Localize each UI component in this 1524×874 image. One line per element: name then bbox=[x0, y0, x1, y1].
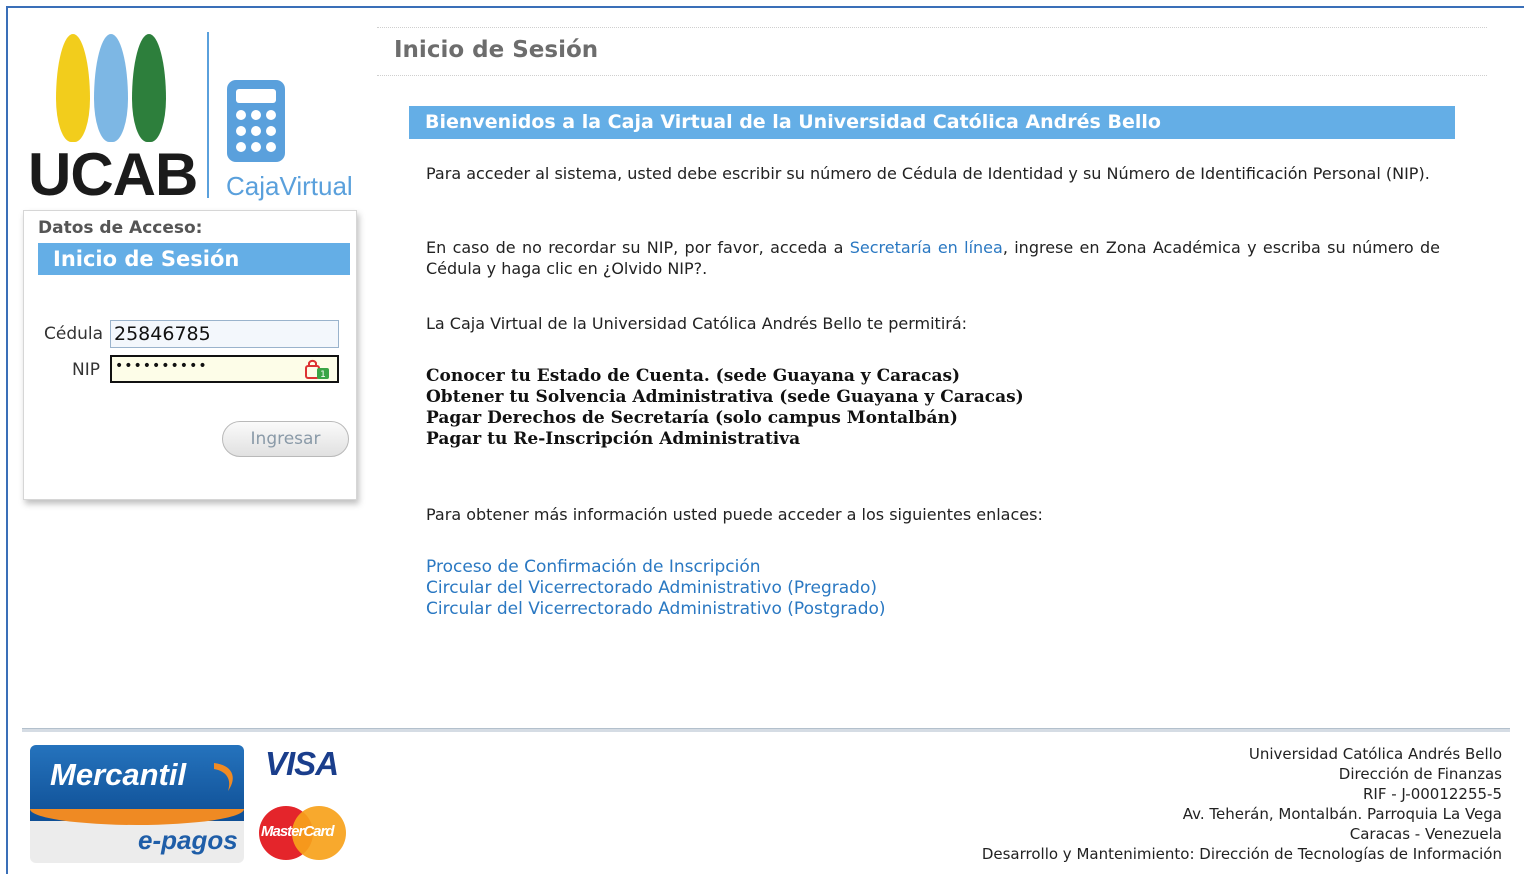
epagos-text: e-pagos bbox=[138, 825, 238, 855]
visa-logo: VISA bbox=[265, 745, 339, 782]
nip-label: NIP bbox=[72, 360, 100, 380]
info-line: Caracas - Venezuela bbox=[1349, 825, 1502, 843]
brand-name: UCAB bbox=[28, 141, 198, 208]
welcome-banner: Bienvenidos a la Caja Virtual de la Univ… bbox=[409, 106, 1455, 139]
info-line: RIF - J-00012255-5 bbox=[1362, 785, 1502, 803]
intro-paragraph: Para acceder al sistema, usted debe escr… bbox=[426, 164, 1430, 183]
benefit-item: Pagar tu Re-Inscripción Administrativa bbox=[426, 429, 801, 449]
login-panel: Datos de Acceso: Inicio de Sesión Cédula… bbox=[23, 210, 357, 500]
allows-paragraph: La Caja Virtual de la Universidad Católi… bbox=[426, 314, 968, 333]
inscription-confirmation-link[interactable]: Proceso de Confirmación de Inscripción bbox=[426, 557, 886, 578]
secretaria-link[interactable]: Secretaría en línea bbox=[850, 238, 1003, 257]
cedula-input[interactable] bbox=[110, 320, 339, 348]
mercantil-epagos-logo: Mercantil e-pagos bbox=[30, 745, 244, 863]
svg-text:1: 1 bbox=[320, 370, 326, 380]
benefit-item: Obtener tu Solvencia Administrativa (sed… bbox=[426, 387, 1024, 407]
forgot-nip-paragraph: En caso de no recordar su NIP, por favor… bbox=[426, 237, 1440, 279]
info-line: Desarrollo y Mantenimiento: Dirección de… bbox=[981, 845, 1502, 863]
ucab-logo: UCAB CajaVirtual bbox=[26, 28, 356, 208]
footer-divider bbox=[22, 728, 1510, 732]
mastercard-logo: MasterCard bbox=[257, 804, 349, 862]
info-links: Proceso de Confirmación de Inscripción C… bbox=[426, 557, 886, 620]
page-header: Inicio de Sesión bbox=[377, 27, 1487, 76]
blue-flame-icon bbox=[94, 34, 128, 142]
benefits-list: Conocer tu Estado de Cuenta. (sede Guaya… bbox=[426, 366, 1024, 450]
login-button[interactable]: Ingresar bbox=[222, 421, 349, 457]
cedula-label: Cédula bbox=[44, 324, 104, 344]
yellow-flame-icon bbox=[56, 34, 90, 142]
calculator-icon bbox=[227, 80, 285, 162]
undergraduate-circular-link[interactable]: Circular del Vicerrectorado Administrati… bbox=[426, 578, 886, 599]
info-line: Dirección de Finanzas bbox=[1338, 765, 1502, 783]
info-line: Av. Teherán, Montalbán. Parroquia La Veg… bbox=[1182, 805, 1502, 823]
page-title: Inicio de Sesión bbox=[394, 37, 599, 63]
institution-info: Universidad Católica Andrés Bello Direcc… bbox=[982, 744, 1502, 864]
info-line: Universidad Católica Andrés Bello bbox=[1248, 745, 1502, 763]
logo-divider bbox=[207, 32, 209, 198]
mercantil-arrow-icon bbox=[214, 763, 233, 791]
password-manager-icon[interactable]: 1 bbox=[305, 358, 331, 380]
login-title: Inicio de Sesión bbox=[38, 243, 350, 275]
product-name: CajaVirtual bbox=[226, 171, 353, 201]
benefit-item: Pagar Derechos de Secretaría (solo campu… bbox=[426, 408, 958, 428]
mastercard-text: MasterCard bbox=[261, 823, 335, 840]
more-info-paragraph: Para obtener más información usted puede… bbox=[426, 505, 1043, 524]
mercantil-text: Mercantil bbox=[50, 757, 187, 792]
access-data-label: Datos de Acceso: bbox=[38, 218, 203, 238]
forgot-prefix-text: En caso de no recordar su NIP, por favor… bbox=[426, 238, 850, 257]
green-flame-icon bbox=[132, 34, 166, 142]
postgraduate-circular-link[interactable]: Circular del Vicerrectorado Administrati… bbox=[426, 599, 886, 620]
benefit-item: Conocer tu Estado de Cuenta. (sede Guaya… bbox=[426, 366, 961, 386]
